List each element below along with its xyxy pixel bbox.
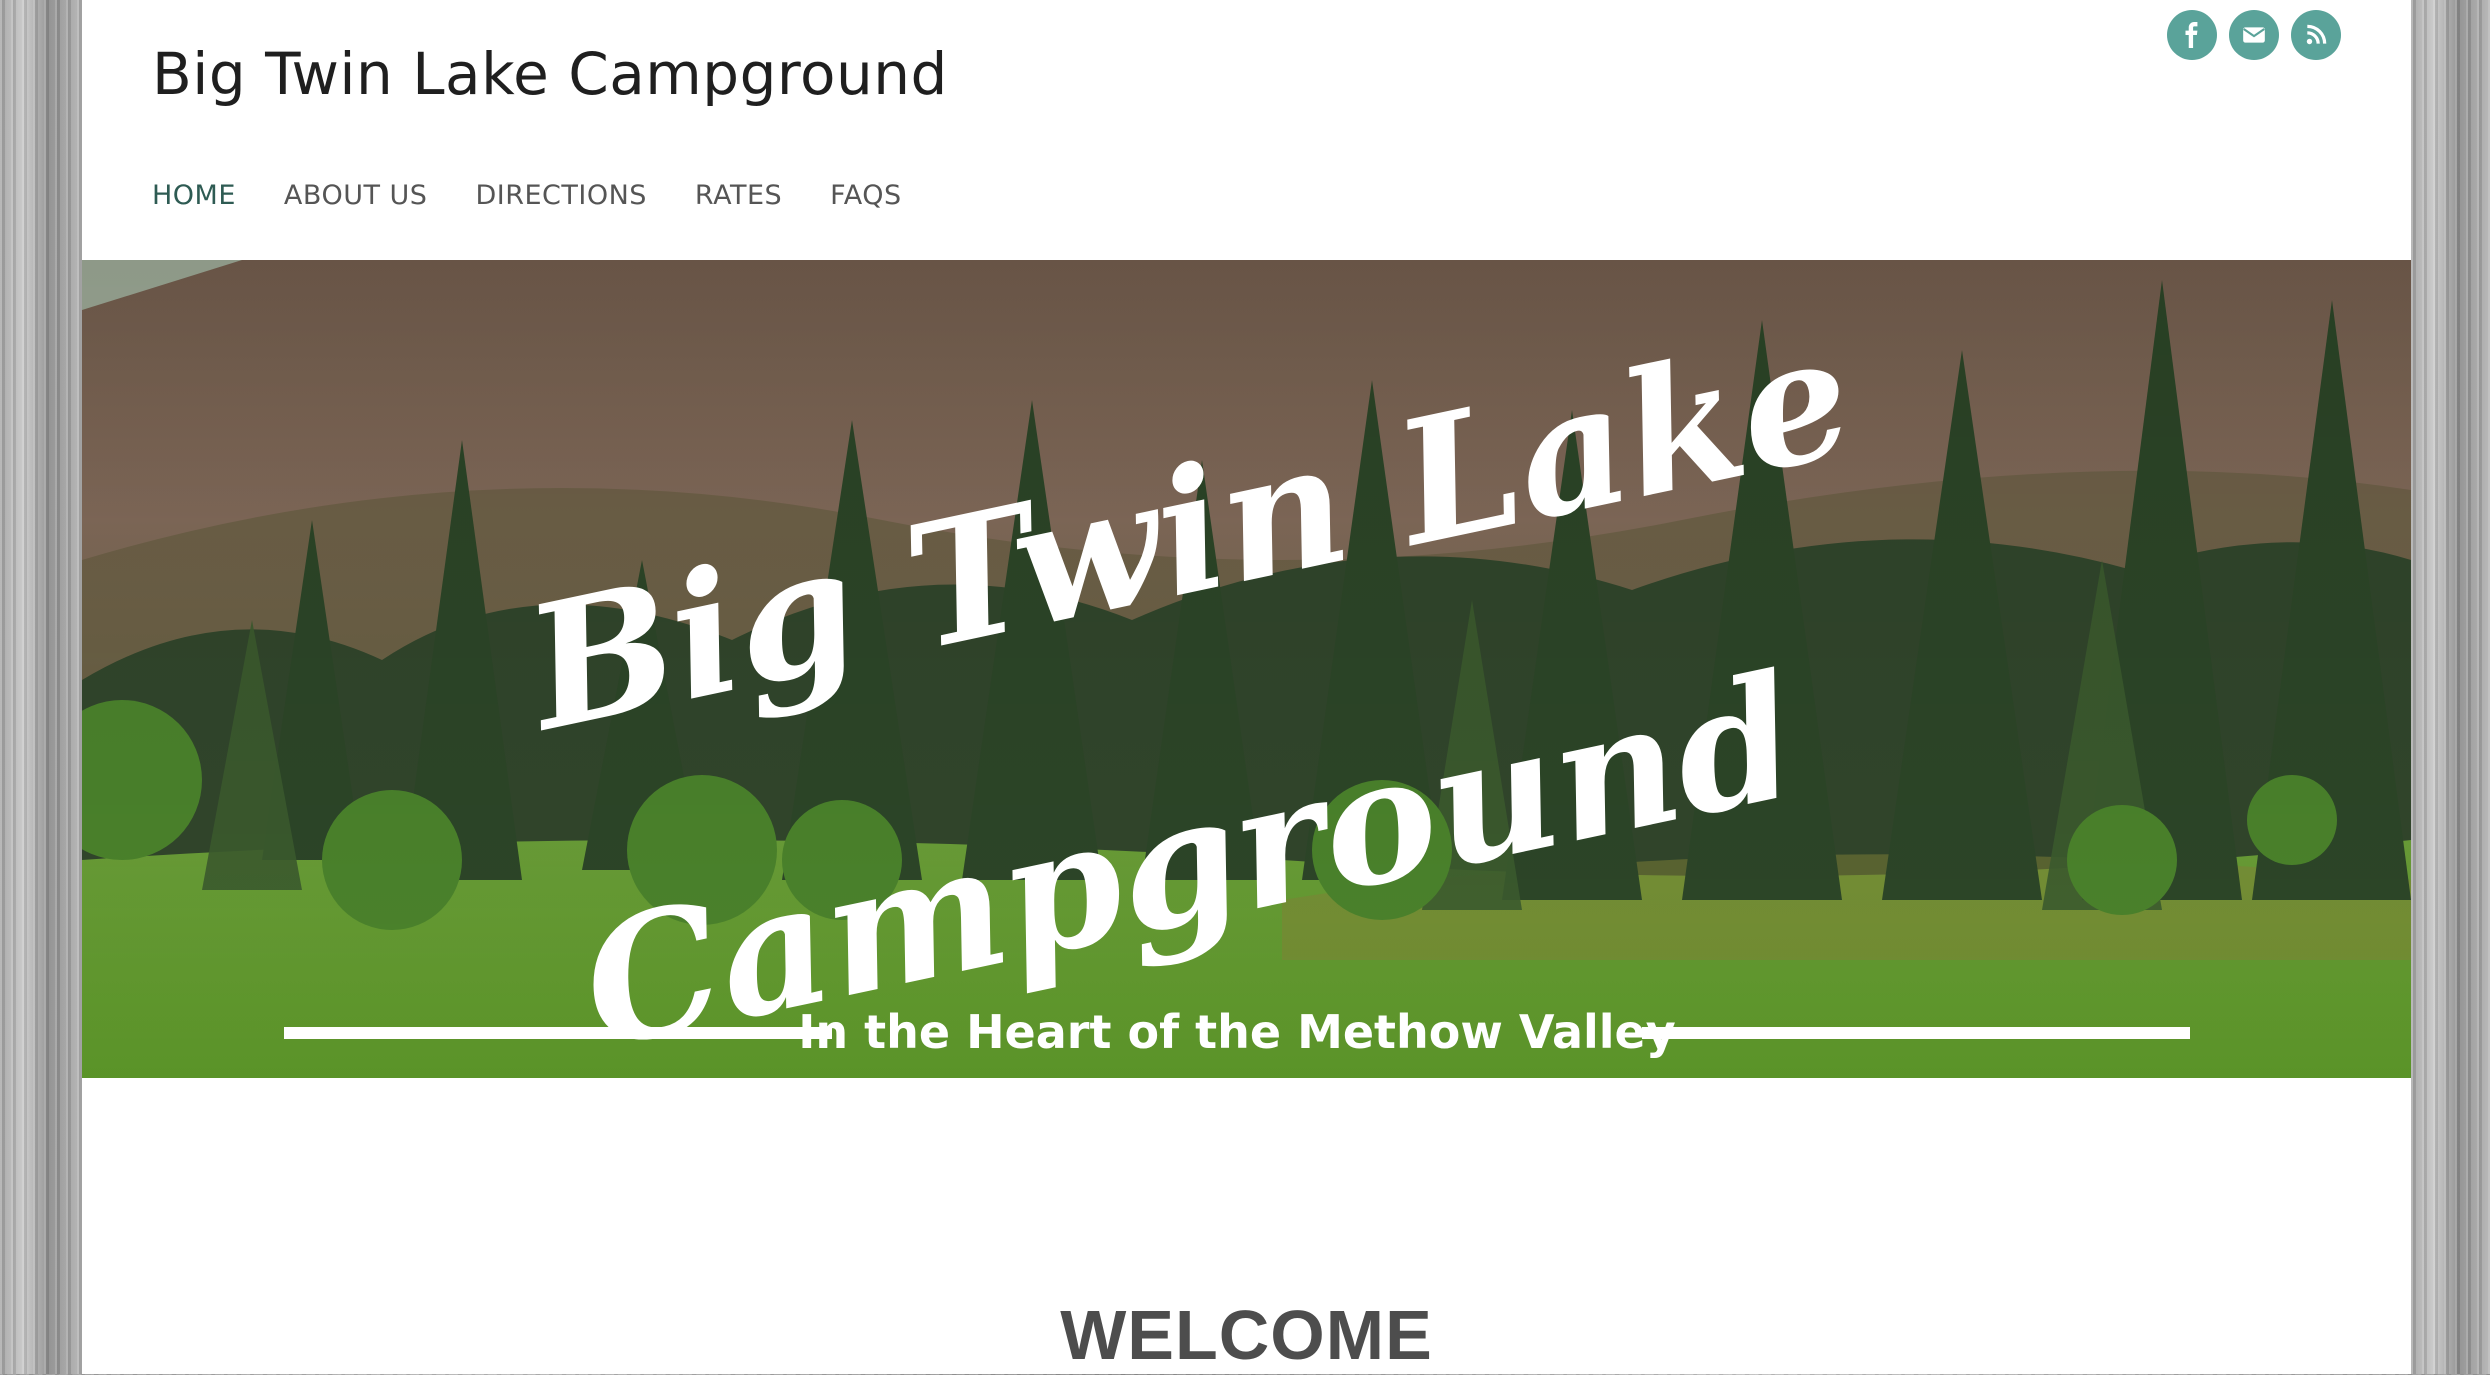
nav-item-home: HOME (152, 180, 236, 211)
hero-banner: Big Twin Lake Campground In the Heart of… (82, 260, 2411, 1078)
main-navigation: HOME ABOUT US DIRECTIONS RATES FAQS (152, 180, 902, 211)
nav-link-faqs[interactable]: FAQS (830, 180, 901, 211)
nav-link-home[interactable]: HOME (152, 180, 236, 211)
site-title[interactable]: Big Twin Lake Campground (152, 40, 948, 108)
envelope-icon (2243, 27, 2265, 43)
tagline-rule-right (1642, 1027, 2190, 1039)
nav-item-rates: RATES (695, 180, 782, 211)
tagline-rule-left (284, 1027, 832, 1039)
nav-link-rates[interactable]: RATES (695, 180, 782, 211)
right-wood-border (2411, 0, 2490, 1374)
hero-image: Big Twin Lake Campground In the Heart of… (82, 260, 2411, 1078)
page-container: Big Twin Lake Campground HOME ABOUT US D… (82, 0, 2411, 1374)
hero-tagline: In the Heart of the Methow Valley (798, 1005, 1676, 1059)
nav-link-about-us[interactable]: ABOUT US (284, 180, 428, 211)
email-button[interactable] (2229, 10, 2279, 60)
facebook-icon (2185, 22, 2198, 48)
facebook-button[interactable] (2167, 10, 2217, 60)
nav-link-directions[interactable]: DIRECTIONS (475, 180, 646, 211)
rss-icon (2306, 24, 2327, 45)
nav-item-faqs: FAQS (830, 180, 901, 211)
nav-item-about-us: ABOUT US (284, 180, 428, 211)
nav-item-directions: DIRECTIONS (475, 180, 646, 211)
left-wood-border (0, 0, 82, 1374)
welcome-heading: WELCOME (1060, 1296, 1433, 1374)
rss-button[interactable] (2291, 10, 2341, 60)
social-links (2167, 10, 2341, 60)
